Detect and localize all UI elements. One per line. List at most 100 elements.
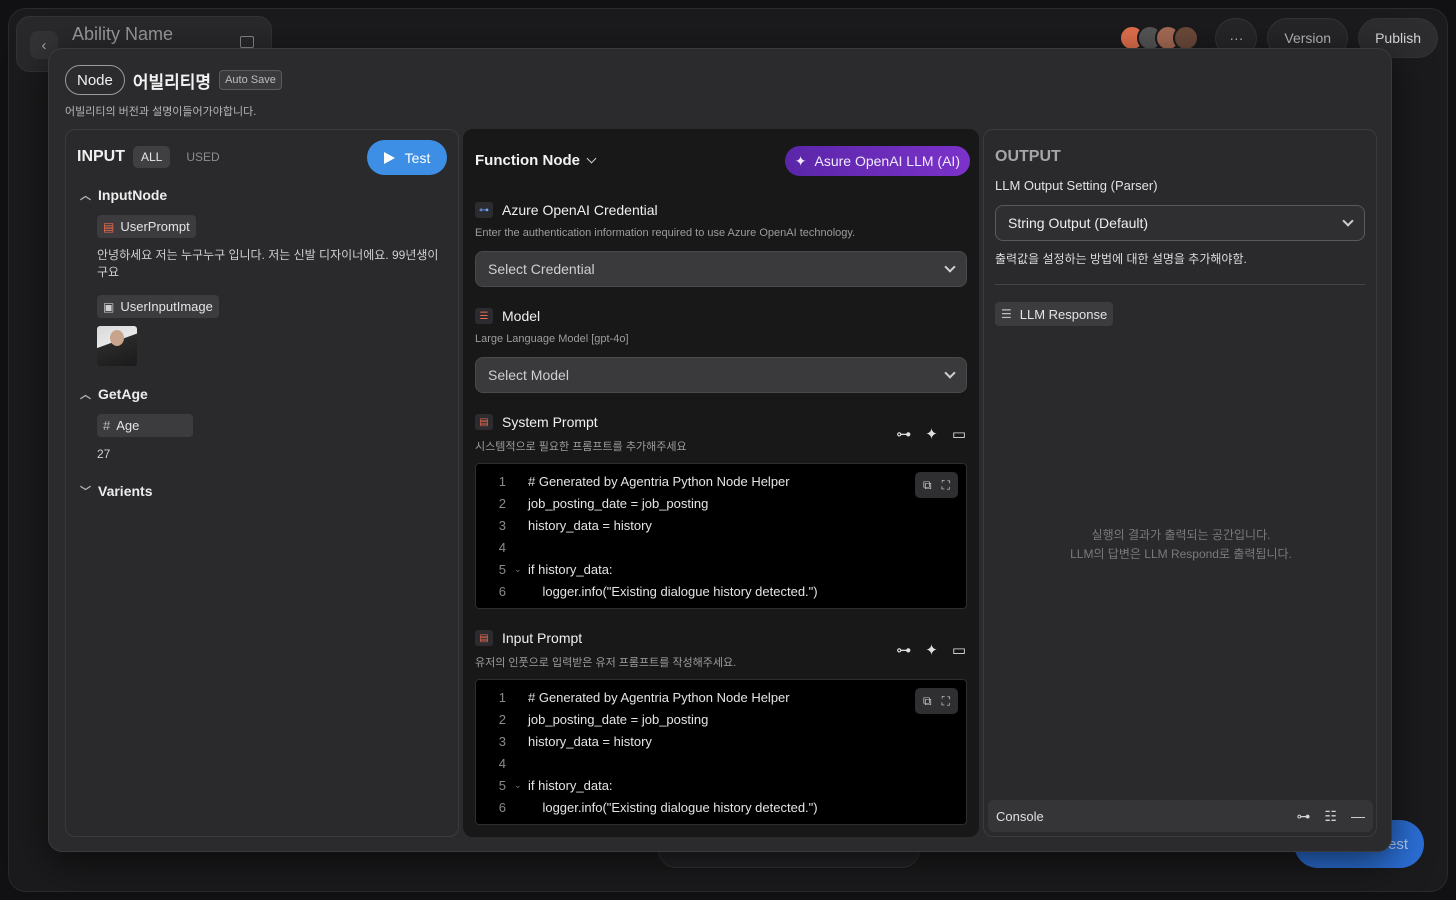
var-value-age: 27 bbox=[97, 447, 111, 461]
var-name: UserInputImage bbox=[120, 299, 213, 314]
chevron-up-icon: ︿ bbox=[80, 190, 91, 202]
code-line: 2 job_posting_date = job_posting bbox=[498, 711, 709, 727]
sparkle-icon: ✦ bbox=[794, 152, 807, 169]
user-input-image-thumbnail[interactable] bbox=[97, 326, 137, 366]
code-line: 4 bbox=[498, 755, 506, 771]
parser-select[interactable]: String Output (Default) bbox=[995, 205, 1365, 241]
input-panel: INPUT ALL USED Test ︿ InputNode ▤ UserPr… bbox=[65, 129, 459, 837]
code-line: 1 # Generated by Agentria Python Node Hel… bbox=[498, 689, 790, 705]
parser-setting-label: LLM Output Setting (Parser) bbox=[995, 178, 1158, 193]
credential-description: Enter the authentication information req… bbox=[475, 227, 856, 239]
function-node-panel: Function Node ✦ Asure OpenAI LLM (AI) ⊶ … bbox=[463, 129, 979, 837]
chevron-up-icon: ︿ bbox=[80, 389, 91, 401]
play-icon bbox=[383, 151, 395, 164]
code-line: 6 logger.info("Existing dialogue history… bbox=[498, 583, 818, 599]
var-chip-age[interactable]: # Age bbox=[97, 414, 193, 437]
test-button[interactable]: Test bbox=[367, 140, 447, 175]
system-prompt-title: ▤ System Prompt bbox=[475, 414, 598, 430]
group-label: GetAge bbox=[98, 386, 148, 402]
credential-title: Azure OpenAI Credential bbox=[502, 202, 658, 218]
sidebar-toggle-icon[interactable] bbox=[240, 36, 254, 48]
system-prompt-description: 시스템적으로 필요한 프롬프트를 추가해주세요 bbox=[475, 441, 687, 453]
tab-all[interactable]: ALL bbox=[133, 146, 171, 168]
message-icon: ▤ bbox=[475, 414, 493, 430]
parser-select-value: String Output (Default) bbox=[1008, 215, 1149, 231]
output-panel: OUTPUT LLM Output Setting (Parser) Strin… bbox=[983, 129, 1377, 837]
fold-icon: ⌄ bbox=[514, 563, 522, 574]
group-getage[interactable]: ︿ GetAge bbox=[80, 386, 148, 402]
node-modal: Node 어빌리티명 Auto Save 어빌리티의 버전과 설명이들어가야합니… bbox=[48, 48, 1392, 852]
input-panel-title: INPUT bbox=[77, 148, 125, 165]
placeholder-line: LLM의 답변은 LLM Respond로 출력됩니다. bbox=[1070, 547, 1292, 561]
code-line: 3 history_data = history bbox=[498, 517, 652, 533]
code-line: 3 history_data = history bbox=[498, 733, 652, 749]
credential-section-title: ⊶ Azure OpenAI Credential bbox=[475, 202, 658, 218]
input-panel-header: INPUT ALL USED bbox=[77, 146, 228, 168]
ai-provider-label: Asure OpenAI LLM (AI) bbox=[814, 153, 960, 169]
modal-title: 어빌리티명 bbox=[132, 72, 212, 92]
group-inputnode[interactable]: ︿ InputNode bbox=[80, 187, 167, 203]
system-prompt-tools: ⊶ ✦ ▭ bbox=[896, 425, 966, 443]
sparkle-icon[interactable]: ✦ bbox=[925, 641, 938, 659]
chevron-down-icon bbox=[944, 261, 956, 273]
var-chip-userinputimage[interactable]: ▣ UserInputImage bbox=[97, 295, 219, 318]
expand-icon[interactable]: ⛶ bbox=[942, 478, 950, 493]
code-line: 2 job_posting_date = job_posting bbox=[498, 495, 709, 511]
input-prompt-title: ▤ Input Prompt bbox=[475, 630, 582, 646]
chevron-down-icon: ﹀ bbox=[80, 486, 91, 498]
model-select-value: Select Model bbox=[488, 367, 569, 383]
console-bar[interactable]: Console ⊶ ☷ — bbox=[988, 800, 1373, 832]
copy-icon[interactable]: ⧉ bbox=[923, 478, 932, 493]
var-chip-userprompt[interactable]: ▤ UserPrompt bbox=[97, 215, 196, 238]
message-icon: ▤ bbox=[103, 219, 115, 234]
code-line: 4 bbox=[498, 539, 506, 555]
input-prompt-editor[interactable]: ⧉ ⛶ 1 # Generated by Agentria Python Node… bbox=[475, 679, 967, 825]
input-prompt-tools: ⊶ ✦ ▭ bbox=[896, 641, 966, 659]
autosave-badge: Auto Save bbox=[219, 70, 282, 90]
expand-icon[interactable]: ⛶ bbox=[942, 694, 950, 709]
function-node-title: Function Node bbox=[475, 152, 580, 169]
key-icon: ⊶ bbox=[475, 202, 493, 218]
placeholder-line: 실행의 결과가 출력되는 공간입니다. bbox=[1091, 528, 1271, 542]
test-button-label: Test bbox=[404, 149, 431, 166]
code-line: 6 logger.info("Existing dialogue history… bbox=[498, 799, 818, 815]
modal-header: Node 어빌리티명 Auto Save bbox=[65, 65, 282, 95]
group-varients[interactable]: ﹀ Varients bbox=[80, 483, 152, 499]
minimize-icon[interactable]: — bbox=[1351, 808, 1365, 824]
console-tools: ⊶ ☷ — bbox=[1296, 808, 1365, 825]
credential-select-value: Select Credential bbox=[488, 261, 595, 277]
group-label: Varients bbox=[98, 483, 153, 499]
tab-used[interactable]: USED bbox=[178, 146, 227, 168]
image-icon: ▣ bbox=[103, 299, 115, 314]
text-lines-icon: ☰ bbox=[1001, 307, 1012, 321]
parser-description: 출력값을 설정하는 방법에 대한 설명을 추가해야함. bbox=[995, 252, 1247, 266]
model-section-title: ☰ Model bbox=[475, 308, 540, 324]
variable-insert-icon[interactable]: ⊶ bbox=[896, 425, 911, 443]
function-node-dropdown[interactable]: Function Node bbox=[475, 152, 597, 169]
var-name: UserPrompt bbox=[120, 219, 190, 234]
fold-icon: ⌄ bbox=[514, 779, 522, 790]
message-icon: ▤ bbox=[475, 630, 493, 646]
output-panel-title: OUTPUT bbox=[995, 148, 1061, 165]
model-select[interactable]: Select Model bbox=[475, 357, 967, 393]
book-icon[interactable]: ▭ bbox=[952, 425, 966, 443]
system-prompt-label: System Prompt bbox=[502, 414, 598, 430]
variable-insert-icon[interactable]: ⊶ bbox=[896, 641, 911, 659]
credential-select[interactable]: Select Credential bbox=[475, 251, 967, 287]
log-list-icon[interactable]: ☷ bbox=[1324, 808, 1337, 825]
modal-description: 어빌리티의 버전과 설명이들어가야합니다. bbox=[65, 106, 257, 118]
copy-icon[interactable]: ⧉ bbox=[923, 694, 932, 709]
sparkle-icon[interactable]: ✦ bbox=[925, 425, 938, 443]
book-icon[interactable]: ▭ bbox=[952, 641, 966, 659]
chevron-down-icon bbox=[944, 367, 956, 379]
system-prompt-editor[interactable]: ⧉ ⛶ 1 # Generated by Agentria Python Node… bbox=[475, 463, 967, 609]
llm-response-label: LLM Response bbox=[1019, 306, 1108, 322]
ability-title: Ability Name bbox=[72, 24, 174, 44]
list-icon: ☰ bbox=[475, 308, 493, 324]
ai-provider-chip[interactable]: ✦ Asure OpenAI LLM (AI) bbox=[784, 146, 970, 176]
variable-insert-icon[interactable]: ⊶ bbox=[1296, 808, 1310, 825]
code-line: 5 ⌄ if history_data: bbox=[498, 561, 613, 577]
llm-response-chip[interactable]: ☰ LLM Response bbox=[995, 302, 1114, 326]
model-title: Model bbox=[502, 308, 541, 324]
divider bbox=[995, 284, 1365, 285]
